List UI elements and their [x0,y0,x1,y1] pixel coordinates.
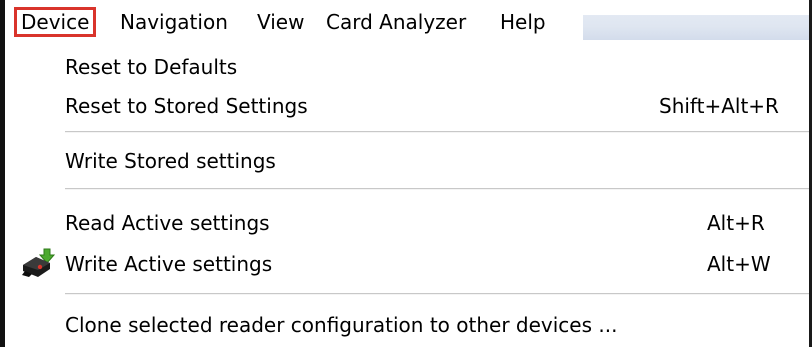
menu-item-write-active-settings[interactable]: Write Active settings Alt+W [5,244,809,284]
device-dropdown-menu: Reset to Defaults Reset to Stored Settin… [5,42,809,347]
menu-item-label: Reset to Stored Settings [65,94,308,118]
reader-device-icon [20,247,60,281]
menu-item-write-stored-settings[interactable]: Write Stored settings [5,141,809,181]
menu-navigation[interactable]: Navigation [114,7,234,37]
menu-item-reset-defaults[interactable]: Reset to Defaults [5,47,809,87]
menu-item-read-active-settings[interactable]: Read Active settings Alt+R [5,203,809,243]
menu-item-label: Clone selected reader configuration to o… [65,313,618,337]
menu-separator [65,188,809,190]
menu-help[interactable]: Help [494,7,552,37]
menu-bar: Device Navigation View Card Analyzer Hel… [5,0,809,42]
menu-bar-background [583,15,809,40]
menu-item-shortcut: Alt+R [707,211,765,235]
menu-item-reset-stored-settings[interactable]: Reset to Stored Settings Shift+Alt+R [5,86,809,126]
menu-view[interactable]: View [251,7,310,37]
menu-item-label: Read Active settings [65,211,270,235]
menu-item-shortcut: Alt+W [707,252,771,276]
menu-item-label: Write Stored settings [65,149,276,173]
menu-item-shortcut: Shift+Alt+R [659,94,779,118]
menu-item-clone-configuration[interactable]: Clone selected reader configuration to o… [5,305,809,345]
menu-separator [65,131,809,133]
menu-item-label: Write Active settings [65,252,273,276]
menu-separator [65,293,809,295]
menu-card-analyzer[interactable]: Card Analyzer [320,7,472,37]
menu-device[interactable]: Device [14,7,97,37]
application-window: Device Navigation View Card Analyzer Hel… [0,0,812,347]
menu-item-label: Reset to Defaults [65,55,238,79]
